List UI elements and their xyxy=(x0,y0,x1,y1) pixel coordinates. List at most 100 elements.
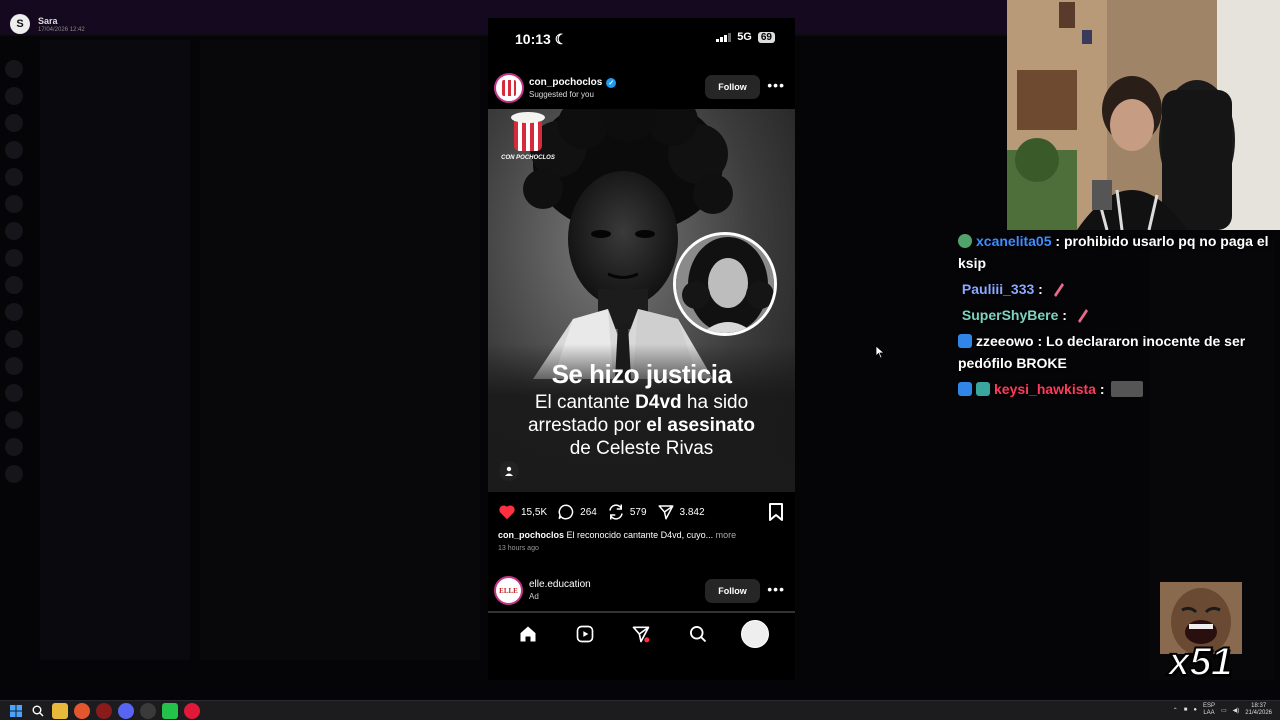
tray-app-icon[interactable]: ● xyxy=(1193,707,1197,713)
signal-icon xyxy=(716,32,732,42)
chat-username[interactable]: xcanelita05 xyxy=(976,233,1052,249)
like-count: 15,5K xyxy=(521,506,548,518)
background-chat-panel xyxy=(200,40,480,660)
emote-icon xyxy=(1077,309,1088,323)
post-subtitle: Suggested for you xyxy=(529,90,594,99)
webcam-feed xyxy=(1007,0,1280,230)
webcam-scene xyxy=(1007,0,1280,230)
emote-icon xyxy=(1053,283,1064,297)
tagged-user-icon[interactable] xyxy=(499,461,519,481)
post-headline: Se hizo justicia xyxy=(551,359,732,389)
battery-icon: 69 xyxy=(757,31,775,43)
system-clock[interactable]: 18:37 21/4/2026 xyxy=(1245,703,1272,717)
discord-icon[interactable] xyxy=(118,703,134,719)
caption-text: El reconocido cantante D4vd, cuyo... xyxy=(564,530,716,540)
repost-icon xyxy=(609,504,623,520)
caption-more-link[interactable]: more xyxy=(716,530,737,540)
brand-logo: CON POCHOCLOS xyxy=(498,112,558,161)
caption-username[interactable]: con_pochoclos xyxy=(498,530,564,540)
follow-button[interactable]: Follow xyxy=(705,75,760,99)
share-count: 3.842 xyxy=(679,506,705,518)
elle-avatar[interactable]: ELLE xyxy=(494,576,523,605)
emote-counter: x51 xyxy=(1167,639,1234,685)
heart-icon xyxy=(499,505,515,520)
file-explorer-icon[interactable] xyxy=(52,703,68,719)
chat-badge-icon xyxy=(958,234,972,248)
bookmark-icon[interactable] xyxy=(768,503,784,526)
taskbar: ⌃ ■ ● ESP LAA ▭ ◀) 18:37 21/4/2026 xyxy=(0,700,1280,720)
background-server-list xyxy=(5,60,29,540)
inset-portrait xyxy=(673,232,777,336)
like-button[interactable]: 15,5K xyxy=(498,504,547,520)
youtube-icon[interactable] xyxy=(184,703,200,719)
post-time-ago: 13 hours ago xyxy=(498,545,539,552)
bottom-nav xyxy=(488,611,795,655)
home-icon[interactable] xyxy=(514,620,542,648)
comment-icon xyxy=(558,504,574,520)
next-post-username[interactable]: elle.education xyxy=(529,579,591,590)
brave-browser-icon[interactable] xyxy=(74,703,90,719)
popcorn-bucket-icon xyxy=(511,112,545,151)
repost-count: 579 xyxy=(629,506,647,518)
post-actions: 15,5K 264 579 3.842 xyxy=(488,500,795,524)
more-options-icon-2[interactable]: ••• xyxy=(767,581,785,597)
stream-chat: xcanelita05 : prohibido usarlo pq no pag… xyxy=(958,230,1276,404)
chat-username[interactable]: keysi_hawkista xyxy=(994,381,1096,397)
status-time: 10:13 ☾ xyxy=(515,31,568,47)
chat-message: Pauliii_333 : xyxy=(958,278,1276,300)
moon-icon: ☾ xyxy=(554,31,568,47)
send-icon xyxy=(658,505,674,520)
direct-icon[interactable] xyxy=(627,620,655,648)
chat-badge-icon xyxy=(958,334,972,348)
post-avatar[interactable] xyxy=(494,73,524,103)
search-icon[interactable] xyxy=(684,620,712,648)
inset-portrait-illustration xyxy=(676,235,774,333)
language-indicator[interactable]: ESP LAA xyxy=(1203,703,1215,717)
post-image[interactable]: CON POCHOCLOS Se hizo justicia El cantan… xyxy=(488,109,795,492)
chat-message: zzeeowo : Lo declararon inocente de ser … xyxy=(958,333,1246,371)
chat-message: keysi_hawkista : xyxy=(958,378,1276,400)
network-icon[interactable]: ▭ xyxy=(1221,707,1227,714)
next-post-header: ELLE elle.education Ad Follow ••• xyxy=(488,574,795,610)
ad-label: Ad xyxy=(529,592,539,601)
post-caption: con_pochoclos El reconocido cantante D4v… xyxy=(498,530,788,540)
comment-count: 264 xyxy=(580,506,597,518)
brand-label: CON POCHOCLOS xyxy=(501,155,555,161)
chat-badge-icon xyxy=(958,382,972,396)
tray-app-icon[interactable]: ■ xyxy=(1184,707,1188,713)
profile-avatar[interactable] xyxy=(740,620,769,648)
tray-chevron-icon[interactable]: ⌃ xyxy=(1173,707,1178,714)
volume-icon[interactable]: ◀) xyxy=(1233,707,1240,714)
obs-icon[interactable] xyxy=(162,703,178,719)
share-button[interactable]: 3.842 xyxy=(657,503,705,521)
opera-icon[interactable] xyxy=(96,703,112,719)
post-body-text: El cantante D4vd ha sido arrestado por e… xyxy=(527,392,756,459)
background-channel-list xyxy=(40,40,190,660)
notification-name: Sara xyxy=(38,15,58,26)
chat-username[interactable]: Pauliii_333 xyxy=(962,281,1034,297)
reels-icon[interactable] xyxy=(571,620,599,648)
chat-message: SuperShyBere : xyxy=(958,304,1276,326)
notification-date: 17/04/2026 12:42 xyxy=(38,26,85,33)
status-bar: 10:13 ☾ 5G 69 xyxy=(488,18,795,58)
chat-username[interactable]: SuperShyBere xyxy=(962,307,1058,323)
notification-avatar: S xyxy=(10,14,30,34)
chat-username[interactable]: zzeeowo xyxy=(976,333,1034,349)
mouse-cursor-icon xyxy=(875,345,885,359)
comment-button[interactable]: 264 xyxy=(557,503,597,521)
more-options-icon[interactable]: ••• xyxy=(767,77,785,93)
notification-toast[interactable]: S Sara 17/04/2026 12:42 xyxy=(10,14,85,34)
post-username[interactable]: con_pochoclos ✓ xyxy=(529,77,617,88)
follow-button-2[interactable]: Follow xyxy=(705,579,760,603)
network-label: 5G xyxy=(737,31,752,43)
chat-message: xcanelita05 : prohibido usarlo pq no pag… xyxy=(958,233,1269,271)
chrome-icon[interactable] xyxy=(140,703,156,719)
phone-screen: 10:13 ☾ 5G 69 con_pochoclos ✓ Suggested … xyxy=(488,18,795,680)
verified-icon: ✓ xyxy=(606,77,617,88)
emote-image xyxy=(1111,381,1144,397)
repost-button[interactable]: 579 xyxy=(607,503,647,521)
post-header: con_pochoclos ✓ Suggested for you Follow… xyxy=(488,73,795,113)
windows-start-icon[interactable] xyxy=(8,703,24,719)
taskbar-search-icon[interactable] xyxy=(30,703,46,719)
chat-badge-icon xyxy=(976,382,990,396)
